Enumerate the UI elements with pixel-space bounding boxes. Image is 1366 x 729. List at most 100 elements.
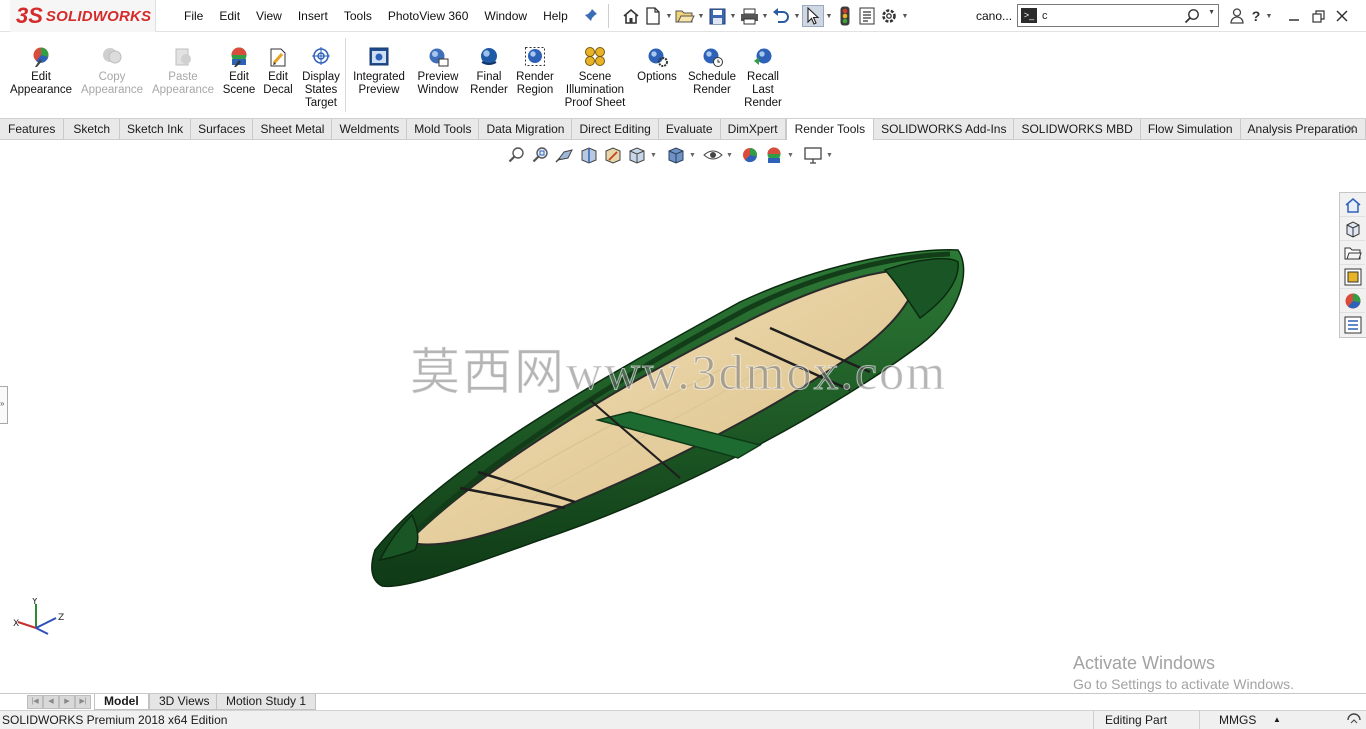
- save-icon[interactable]: [706, 5, 728, 27]
- file-explorer-icon[interactable]: [1340, 241, 1365, 265]
- tab-solidworks-mbd[interactable]: SOLIDWORKS MBD: [1014, 119, 1141, 140]
- open-dropdown-arrow[interactable]: ▼: [696, 5, 706, 27]
- apply-scene-icon[interactable]: [762, 144, 786, 166]
- help-dropdown-arrow[interactable]: ▼: [1264, 5, 1274, 27]
- print-icon[interactable]: [738, 5, 760, 27]
- pin-menu-icon[interactable]: [583, 8, 599, 24]
- tab-data-migration[interactable]: Data Migration: [479, 119, 573, 140]
- customize-status-icon[interactable]: [1346, 713, 1362, 729]
- view-settings-icon[interactable]: [801, 144, 825, 166]
- minimize-icon[interactable]: [1282, 0, 1306, 32]
- undo-dropdown-arrow[interactable]: ▼: [792, 5, 802, 27]
- menu-edit[interactable]: Edit: [211, 0, 248, 32]
- tab-weldments[interactable]: Weldments: [332, 119, 408, 140]
- schedule-render-button[interactable]: Schedule Render: [685, 46, 739, 97]
- solidworks-logo[interactable]: 3S SOLIDWORKS: [10, 0, 156, 32]
- recall-last-render-button[interactable]: Recall Last Render: [741, 46, 785, 110]
- tab-sheet-metal[interactable]: Sheet Metal: [253, 119, 333, 140]
- new-dropdown-arrow[interactable]: ▼: [664, 5, 674, 27]
- new-document-icon[interactable]: [642, 5, 664, 27]
- menu-view[interactable]: View: [248, 0, 290, 32]
- section-view-icon[interactable]: [577, 144, 601, 166]
- edit-scene-button[interactable]: Edit Scene: [219, 46, 259, 97]
- tab-render-tools[interactable]: Render Tools: [785, 119, 875, 141]
- command-prompt-icon[interactable]: >_: [1021, 8, 1037, 23]
- graphics-area[interactable]: ▼ ▼ ▼ ▼ ▼ » 莫西网www.3dmox.com Y X Z Activ…: [0, 140, 1366, 693]
- unit-system[interactable]: MMGS: [1219, 711, 1256, 729]
- magnifier-icon[interactable]: [1184, 8, 1200, 24]
- select-dropdown-arrow[interactable]: ▼: [824, 5, 834, 27]
- undo-icon[interactable]: [770, 5, 792, 27]
- home-icon[interactable]: [620, 5, 642, 27]
- hide-show-items-icon[interactable]: [701, 144, 725, 166]
- view-orientation-icon[interactable]: [625, 144, 649, 166]
- options-gear-icon[interactable]: [878, 5, 900, 27]
- menu-tools[interactable]: Tools: [336, 0, 380, 32]
- prev-tab-arrow[interactable]: ◀: [43, 695, 59, 709]
- menu-file[interactable]: File: [176, 0, 211, 32]
- close-icon[interactable]: [1330, 0, 1354, 32]
- menu-insert[interactable]: Insert: [290, 0, 336, 32]
- tab-3d-views[interactable]: 3D Views: [149, 694, 220, 710]
- copy-appearance-button[interactable]: Copy Appearance: [80, 46, 144, 97]
- search-input[interactable]: [1042, 7, 1182, 24]
- tab-dimxpert[interactable]: DimXpert: [721, 119, 786, 140]
- user-account-icon[interactable]: [1226, 0, 1248, 32]
- design-library-icon[interactable]: [1340, 217, 1365, 241]
- tab-solidworks-add-ins[interactable]: SOLIDWORKS Add-Ins: [874, 119, 1015, 140]
- view-palette-icon[interactable]: [1340, 265, 1365, 289]
- menu-photoview[interactable]: PhotoView 360: [380, 0, 477, 32]
- previous-view-icon[interactable]: [553, 144, 577, 166]
- open-folder-icon[interactable]: [674, 5, 696, 27]
- display-style-dropdown-arrow[interactable]: ▼: [688, 152, 697, 159]
- file-properties-icon[interactable]: [856, 5, 878, 27]
- tabs-close-icon[interactable]: ✕: [1346, 122, 1356, 136]
- tab-direct-editing[interactable]: Direct Editing: [572, 119, 659, 140]
- edit-decal-button[interactable]: Edit Decal: [261, 46, 295, 97]
- dynamic-annotation-icon[interactable]: [601, 144, 625, 166]
- search-dropdown-arrow[interactable]: ▼: [1208, 9, 1215, 16]
- edit-appearance-view-icon[interactable]: [738, 144, 762, 166]
- render-region-button[interactable]: Render Region: [513, 46, 557, 97]
- hide-show-dropdown-arrow[interactable]: ▼: [725, 152, 734, 159]
- view-settings-dropdown-arrow[interactable]: ▼: [825, 152, 834, 159]
- save-dropdown-arrow[interactable]: ▼: [728, 5, 738, 27]
- options-button[interactable]: Options: [633, 46, 681, 84]
- zoom-to-area-icon[interactable]: [529, 144, 553, 166]
- appearances-scenes-icon[interactable]: [1340, 289, 1365, 313]
- canoe-model[interactable]: [360, 240, 980, 600]
- first-tab-arrow[interactable]: |◀: [27, 695, 43, 709]
- options-dropdown-arrow[interactable]: ▼: [900, 5, 910, 27]
- unit-system-arrow[interactable]: ▲: [1273, 711, 1281, 729]
- integrated-preview-button[interactable]: Integrated Preview: [349, 46, 409, 97]
- feature-manager-toggle[interactable]: »: [0, 386, 8, 424]
- apply-scene-dropdown-arrow[interactable]: ▼: [786, 152, 795, 159]
- help-icon[interactable]: ?: [1248, 0, 1264, 32]
- display-style-icon[interactable]: [664, 144, 688, 166]
- menu-window[interactable]: Window: [476, 0, 535, 32]
- display-states-target-button[interactable]: Display States Target: [299, 46, 343, 110]
- tab-surfaces[interactable]: Surfaces: [191, 119, 254, 140]
- tab-sketch-ink[interactable]: Sketch Ink: [120, 119, 192, 140]
- tab-evaluate[interactable]: Evaluate: [659, 119, 721, 140]
- solidworks-resources-icon[interactable]: [1340, 193, 1365, 217]
- scene-illumination-button[interactable]: Scene Illumination Proof Sheet: [561, 46, 629, 110]
- tab-sketch[interactable]: Sketch: [64, 119, 121, 140]
- edit-appearance-button[interactable]: Edit Appearance: [9, 46, 73, 97]
- rebuild-traffic-light-icon[interactable]: [834, 5, 856, 27]
- final-render-button[interactable]: Final Render: [468, 46, 510, 97]
- select-arrow-icon[interactable]: [802, 5, 824, 27]
- paste-appearance-button[interactable]: Paste Appearance: [151, 46, 215, 97]
- tab-mold-tools[interactable]: Mold Tools: [407, 119, 480, 140]
- last-tab-arrow[interactable]: ▶|: [75, 695, 91, 709]
- custom-properties-icon[interactable]: [1340, 313, 1365, 337]
- tab-model[interactable]: Model: [94, 694, 149, 710]
- menu-help[interactable]: Help: [535, 0, 576, 32]
- view-orientation-dropdown-arrow[interactable]: ▼: [649, 152, 658, 159]
- tab-features[interactable]: Features: [0, 119, 65, 140]
- tab-motion-study-1[interactable]: Motion Study 1: [216, 694, 317, 710]
- tab-flow-simulation[interactable]: Flow Simulation: [1141, 119, 1241, 140]
- next-tab-arrow[interactable]: ▶: [59, 695, 75, 709]
- zoom-to-fit-icon[interactable]: [505, 144, 529, 166]
- preview-window-button[interactable]: Preview Window: [413, 46, 463, 97]
